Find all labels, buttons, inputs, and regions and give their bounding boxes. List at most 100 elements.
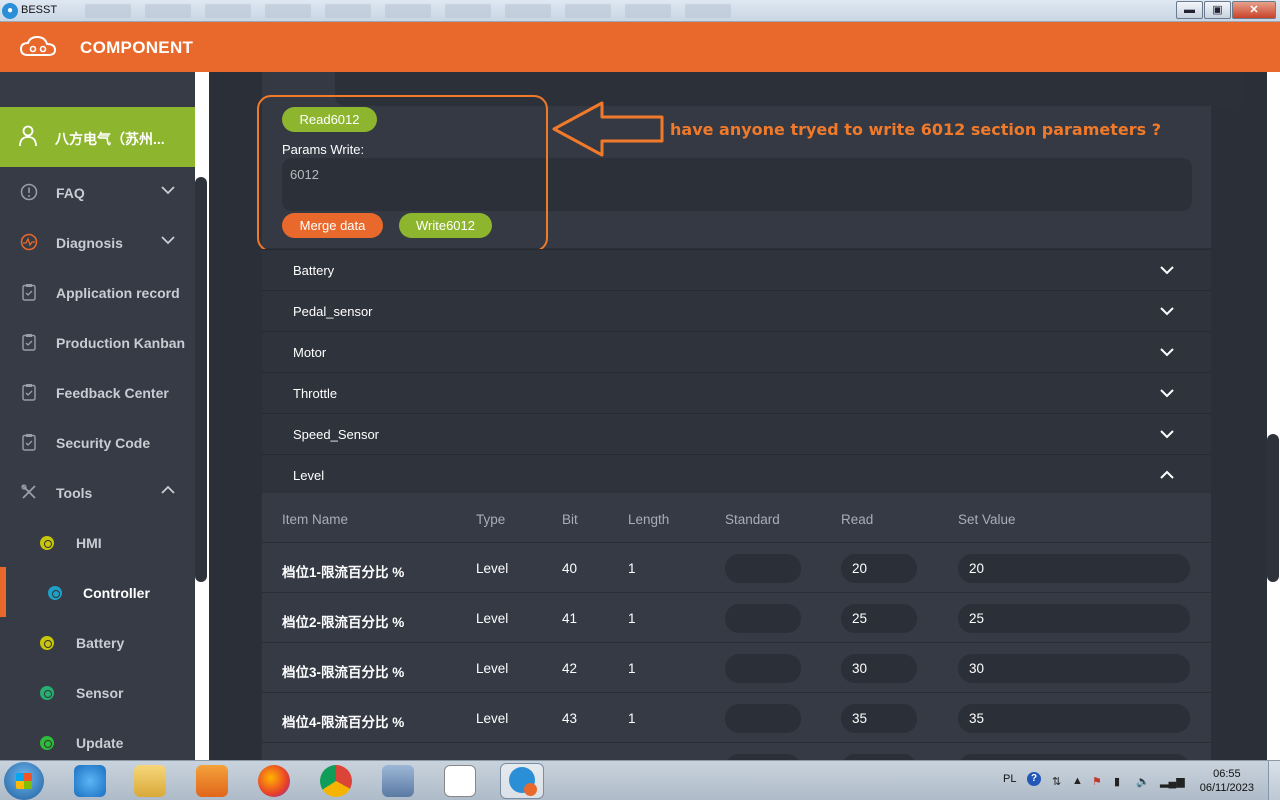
level-params-table: Item Name Type Bit Length Standard Read … — [262, 493, 1211, 760]
besst-taskbar-icon[interactable] — [500, 763, 544, 799]
info-icon — [20, 183, 38, 201]
chevron-down-icon — [161, 186, 175, 195]
row-set-value-input[interactable]: 35 — [958, 704, 1190, 733]
col-item-name: Item Name — [282, 512, 349, 527]
row-set-value-input[interactable]: 20 — [958, 554, 1190, 583]
show-desktop-button[interactable] — [1268, 761, 1280, 800]
sidebar-item-application-record[interactable]: Application record — [0, 267, 195, 317]
cloud-logo-icon[interactable] — [18, 35, 58, 59]
row-item-name: 档位2-限流百分比 % — [282, 615, 405, 630]
battery-icon — [40, 636, 54, 650]
clipboard-icon — [22, 384, 36, 401]
sidebar-subitem-battery[interactable]: Battery — [0, 617, 195, 667]
computer-icon[interactable] — [382, 765, 414, 797]
internet-explorer-icon[interactable] — [74, 765, 106, 797]
col-type: Type — [476, 512, 506, 527]
row-type: Level — [476, 711, 509, 726]
sidebar-subitem-controller[interactable]: Controller — [0, 567, 195, 617]
table-row: 档位1-限流百分比 % Level 40 1 20 20 — [262, 543, 1211, 593]
chrome-icon[interactable] — [320, 765, 352, 797]
section-label: Motor — [293, 345, 327, 360]
app-header: COMPONENT — [0, 22, 1280, 72]
row-item-name: 档位3-限流百分比 % — [282, 665, 405, 680]
battery-tray-icon[interactable]: ▮ — [1114, 775, 1120, 788]
section-motor[interactable]: Motor — [262, 331, 1211, 372]
sidebar-user[interactable]: 八方电气（苏州... — [0, 107, 195, 167]
file-explorer-icon[interactable] — [134, 765, 166, 797]
section-level[interactable]: Level — [262, 454, 1211, 495]
user-icon — [19, 125, 37, 147]
media-player-icon[interactable] — [196, 765, 228, 797]
clipboard-icon — [22, 434, 36, 451]
firefox-icon[interactable] — [258, 765, 290, 797]
language-indicator[interactable]: PL — [1003, 773, 1016, 785]
row-bit: 42 — [562, 661, 578, 676]
annotation-text: have anyone tryed to write 6012 section … — [670, 120, 1162, 139]
row-read-value: 25 — [852, 611, 868, 626]
row-read-field[interactable]: 20 — [841, 554, 917, 583]
tray-expand-icon[interactable]: ▲ — [1072, 775, 1083, 787]
sidebar-item-label: Tools — [56, 485, 93, 501]
row-type: Level — [476, 661, 509, 676]
chevron-down-icon — [1160, 430, 1174, 439]
row-length: 1 — [628, 611, 636, 626]
sidebar-item-production-kanban[interactable]: Production Kanban — [0, 317, 195, 367]
window-title: BESST — [21, 4, 58, 16]
section-battery[interactable]: Battery — [262, 249, 1211, 290]
help-icon[interactable]: ? — [1027, 772, 1041, 786]
col-bit: Bit — [562, 512, 578, 527]
row-set-value: 35 — [969, 711, 985, 726]
sidebar-item-feedback-center[interactable]: Feedback Center — [0, 367, 195, 417]
sidebar-scroll-thumb[interactable] — [195, 177, 207, 582]
tools-icon — [21, 484, 36, 499]
volume-icon[interactable]: 🔈 — [1136, 775, 1150, 788]
section-label: Throttle — [293, 386, 338, 401]
row-standard-field[interactable] — [725, 604, 801, 633]
start-button[interactable] — [4, 762, 44, 800]
row-read-value: 20 — [852, 561, 868, 576]
row-read-field[interactable]: 30 — [841, 654, 917, 683]
row-read-field[interactable]: 25 — [841, 604, 917, 633]
row-read-field[interactable]: 35 — [841, 704, 917, 733]
sidebar-scrollbar[interactable] — [195, 72, 209, 760]
close-button[interactable]: ✕ — [1232, 1, 1276, 19]
sidebar-item-faq[interactable]: FAQ — [0, 167, 195, 217]
row-standard-field[interactable] — [725, 704, 801, 733]
row-set-value-input[interactable]: 30 — [958, 654, 1190, 683]
row-set-value-input[interactable]: 25 — [958, 604, 1190, 633]
chevron-up-icon — [1160, 470, 1174, 479]
section-pedal-sensor[interactable]: Pedal_sensor — [262, 290, 1211, 331]
minimize-button[interactable]: ▬ — [1176, 1, 1203, 19]
main-scrollbar[interactable] — [1267, 72, 1280, 760]
annotation-arrow-icon — [552, 101, 664, 157]
sidebar-item-diagnosis[interactable]: Diagnosis — [0, 217, 195, 267]
network-icon[interactable]: ⇅ — [1052, 775, 1061, 788]
sidebar-subitem-update[interactable]: Update — [0, 717, 195, 760]
row-type: Level — [476, 561, 509, 576]
clock[interactable]: 06:55 06/11/2023 — [1200, 767, 1254, 795]
sidebar-item-tools[interactable]: Tools — [0, 467, 195, 517]
sidebar-item-label: Production Kanban — [56, 335, 186, 351]
sidebar-item-label: Diagnosis — [56, 235, 123, 251]
table-row — [262, 743, 1211, 760]
sidebar-item-security-code[interactable]: Security Code — [0, 417, 195, 467]
row-item-name: 档位1-限流百分比 % — [282, 565, 405, 580]
sidebar-subitem-label: Update — [76, 735, 124, 751]
signal-icon[interactable]: ▂▄▆ — [1160, 775, 1185, 788]
table-row: 档位2-限流百分比 % Level 41 1 25 25 — [262, 593, 1211, 643]
main-scroll-thumb[interactable] — [1267, 434, 1279, 582]
row-standard-field[interactable] — [725, 654, 801, 683]
section-label: Pedal_sensor — [293, 304, 373, 319]
row-standard-field[interactable] — [725, 554, 801, 583]
calculator-icon[interactable] — [444, 765, 476, 797]
sidebar-subitem-sensor[interactable]: Sensor — [0, 667, 195, 717]
sidebar-subitem-hmi[interactable]: HMI — [0, 517, 195, 567]
col-length: Length — [628, 512, 670, 527]
section-throttle[interactable]: Throttle — [262, 372, 1211, 413]
maximize-button[interactable]: ▣ — [1204, 1, 1231, 19]
sidebar-item-label: FAQ — [56, 185, 85, 201]
table-row: 档位4-限流百分比 % Level 43 1 35 35 — [262, 693, 1211, 743]
row-bit: 41 — [562, 611, 578, 626]
action-center-icon[interactable]: ⚑ — [1092, 775, 1102, 788]
section-speed-sensor[interactable]: Speed_Sensor — [262, 413, 1211, 454]
